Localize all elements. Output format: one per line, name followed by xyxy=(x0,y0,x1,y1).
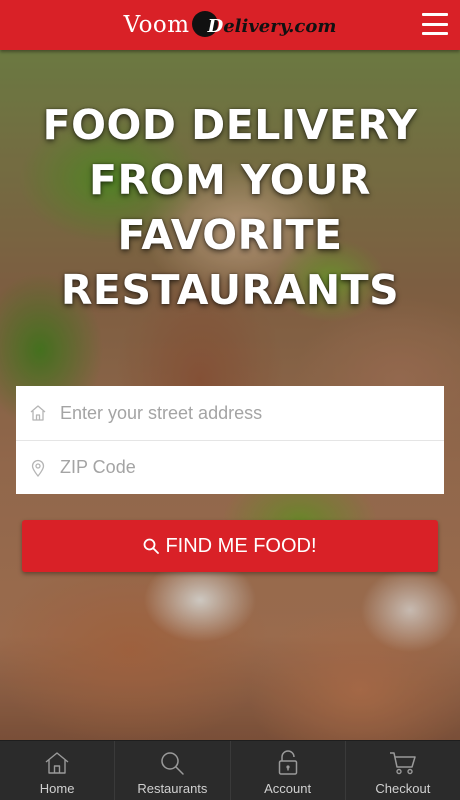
address-form xyxy=(16,386,444,494)
headline-line: FROM YOUR xyxy=(89,156,371,204)
nav-item-home[interactable]: Home xyxy=(0,741,114,800)
headline-line: FOOD DELIVERY xyxy=(42,101,418,149)
nav-label-account: Account xyxy=(264,781,312,796)
logo-delivery-rest: elivery.com xyxy=(223,15,337,37)
voom-delivery-logo[interactable]: Voom Delivery.com xyxy=(123,5,337,45)
nav-label-restaurants: Restaurants xyxy=(137,781,208,796)
nav-item-account[interactable]: Account xyxy=(229,741,345,800)
headline-line: RESTAURANTS xyxy=(60,266,400,314)
nav-label-checkout: Checkout xyxy=(375,781,431,796)
menu-bar xyxy=(422,22,448,26)
home-icon xyxy=(44,749,70,777)
app-header: Voom Delivery.com xyxy=(0,0,460,50)
logo-voom-text: Voom xyxy=(123,11,190,38)
menu-bar xyxy=(422,13,448,16)
location-pin-icon xyxy=(31,459,45,477)
nav-item-checkout[interactable]: Checkout xyxy=(344,741,460,800)
street-address-input[interactable] xyxy=(60,402,400,424)
cart-icon xyxy=(389,749,417,777)
address-field[interactable] xyxy=(16,386,444,440)
hamburger-menu-icon[interactable] xyxy=(422,13,448,35)
hero-background-image: FOOD DELIVERY FROM YOUR FAVORITE RESTAUR… xyxy=(0,50,460,740)
logo-delivery-text: Delivery.com xyxy=(208,16,337,37)
nav-label-home: Home xyxy=(39,781,75,796)
search-icon xyxy=(159,749,185,777)
zip-code-input[interactable] xyxy=(60,457,400,478)
menu-bar xyxy=(422,32,448,35)
find-me-food-button[interactable]: FIND ME FOOD! xyxy=(22,520,438,572)
find-me-food-label: FIND ME FOOD! xyxy=(165,534,317,557)
hero-headline: FOOD DELIVERY FROM YOUR FAVORITE RESTAUR… xyxy=(0,98,460,318)
home-icon xyxy=(30,405,46,421)
zip-field[interactable] xyxy=(16,440,444,494)
headline-line: FAVORITE xyxy=(117,211,343,259)
logo-delivery-initial: D xyxy=(207,15,224,37)
nav-item-restaurants[interactable]: Restaurants xyxy=(114,741,229,800)
bottom-navigation: Home Restaurants Account Checkout xyxy=(0,740,460,800)
search-icon xyxy=(143,538,160,554)
lock-icon xyxy=(277,749,299,777)
